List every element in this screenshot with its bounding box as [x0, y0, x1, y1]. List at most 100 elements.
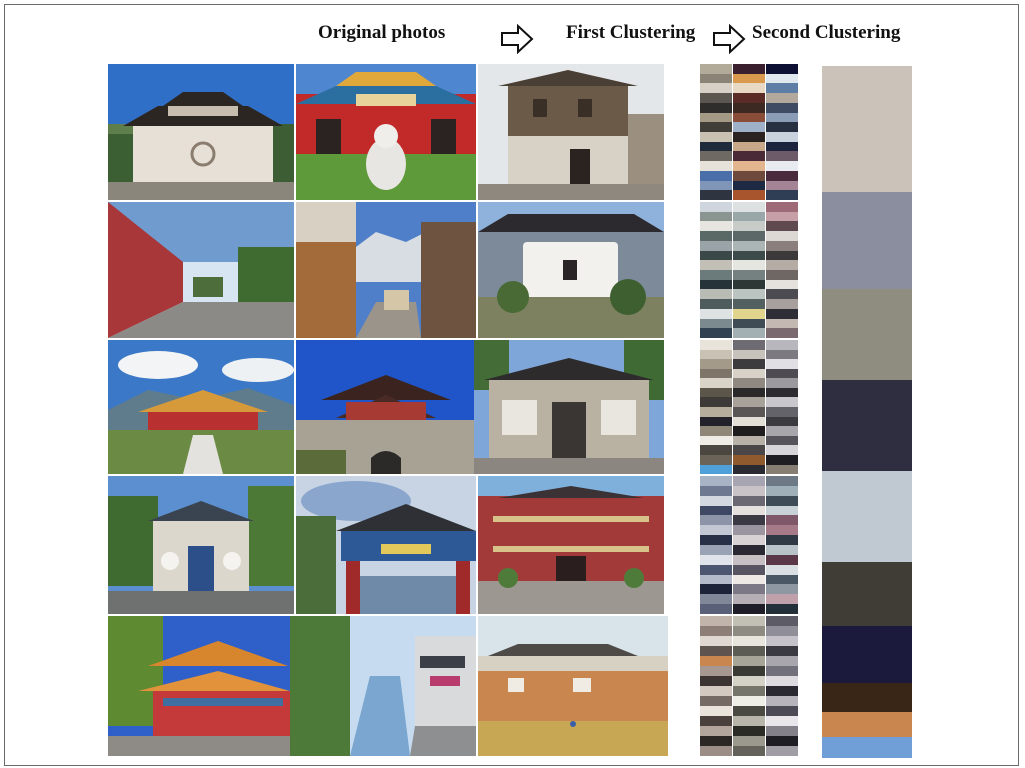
photo-tiled-archway-among-trees — [108, 476, 294, 614]
color-swatch — [700, 240, 732, 251]
color-swatch — [733, 554, 765, 565]
palette-swatch — [822, 471, 912, 562]
color-swatch — [766, 73, 798, 84]
color-swatch — [733, 515, 765, 526]
color-swatch — [766, 686, 798, 696]
color-swatch — [733, 574, 765, 585]
palette-swatch — [822, 683, 912, 712]
color-swatch — [733, 279, 765, 290]
palette-swatch — [822, 626, 912, 683]
color-swatch — [700, 636, 732, 646]
color-swatch — [700, 584, 732, 595]
color-swatch — [733, 64, 765, 74]
cluster-strip — [766, 476, 798, 615]
color-swatch — [766, 515, 798, 526]
color-swatch — [700, 161, 732, 171]
color-swatch — [700, 250, 732, 261]
color-swatch — [733, 299, 765, 309]
cluster-strip — [733, 64, 765, 201]
color-swatch — [700, 736, 732, 746]
color-swatch — [700, 318, 732, 329]
color-swatch — [733, 626, 765, 636]
photo-courtyard-screen-wall — [478, 202, 664, 338]
photo-canal-with-ivy-houses — [290, 616, 476, 756]
photo-orange-wall-and-field — [478, 616, 668, 756]
color-swatch — [700, 535, 732, 546]
color-swatch — [766, 706, 798, 716]
hollow-right-arrow-icon — [501, 24, 534, 54]
color-swatch — [700, 706, 732, 716]
color-swatch — [766, 696, 798, 706]
color-swatch — [700, 102, 732, 113]
color-swatch — [700, 132, 732, 142]
cluster-strip — [700, 616, 732, 756]
color-swatch — [733, 250, 765, 261]
color-swatch — [766, 604, 798, 615]
color-swatch — [700, 676, 732, 686]
color-swatch — [733, 616, 765, 626]
color-swatch — [700, 515, 732, 526]
color-swatch — [700, 64, 732, 74]
header-first-clustering: First Clustering — [566, 22, 696, 43]
color-swatch — [733, 407, 765, 417]
palette-swatch — [822, 737, 912, 758]
color-swatch — [766, 112, 798, 123]
color-swatch — [766, 151, 798, 162]
color-swatch — [766, 260, 798, 271]
color-swatch — [766, 231, 798, 241]
color-swatch — [733, 686, 765, 696]
photo-white-memorial-archway — [108, 64, 294, 200]
color-swatch — [700, 525, 732, 536]
color-swatch — [700, 554, 732, 565]
color-swatch — [766, 564, 798, 575]
color-swatch — [733, 726, 765, 736]
color-swatch — [700, 93, 732, 103]
photo-red-wall-street — [108, 202, 294, 338]
color-swatch — [766, 616, 798, 626]
color-swatch — [700, 545, 732, 555]
color-swatch — [700, 476, 732, 486]
color-swatch — [766, 180, 798, 191]
cluster-strip — [766, 616, 798, 756]
color-swatch — [700, 308, 732, 319]
color-swatch — [733, 340, 765, 350]
color-swatch — [700, 746, 732, 756]
color-swatch — [766, 525, 798, 536]
color-swatch — [766, 636, 798, 646]
photo-blue-painted-archway — [296, 476, 476, 614]
palette-swatch — [822, 192, 912, 289]
color-swatch — [733, 368, 765, 379]
color-swatch — [700, 387, 732, 398]
photo-red-courtyard-building — [478, 476, 664, 614]
color-swatch — [766, 368, 798, 379]
color-swatch — [700, 604, 732, 615]
color-swatch — [733, 666, 765, 676]
cluster-strip — [700, 202, 732, 339]
color-swatch — [700, 279, 732, 290]
color-swatch — [733, 132, 765, 142]
cluster-strip — [733, 202, 765, 339]
color-swatch — [700, 349, 732, 360]
photo-old-town-street-with-mountains — [296, 202, 476, 338]
color-swatch — [700, 416, 732, 427]
color-swatch — [733, 476, 765, 486]
color-swatch — [733, 485, 765, 496]
color-swatch — [766, 495, 798, 506]
color-swatch — [700, 299, 732, 309]
palette-swatch — [822, 380, 912, 471]
color-swatch — [733, 564, 765, 575]
color-swatch — [766, 454, 798, 465]
color-swatch — [766, 122, 798, 133]
color-swatch — [700, 202, 732, 212]
color-swatch — [700, 505, 732, 516]
color-swatch — [766, 308, 798, 319]
color-swatch — [700, 686, 732, 696]
color-swatch — [766, 656, 798, 666]
color-swatch — [766, 435, 798, 446]
color-swatch — [700, 716, 732, 726]
cluster-strip — [766, 202, 798, 339]
color-swatch — [700, 328, 732, 339]
color-swatch — [766, 535, 798, 546]
color-swatch — [766, 250, 798, 261]
color-swatch — [733, 416, 765, 427]
